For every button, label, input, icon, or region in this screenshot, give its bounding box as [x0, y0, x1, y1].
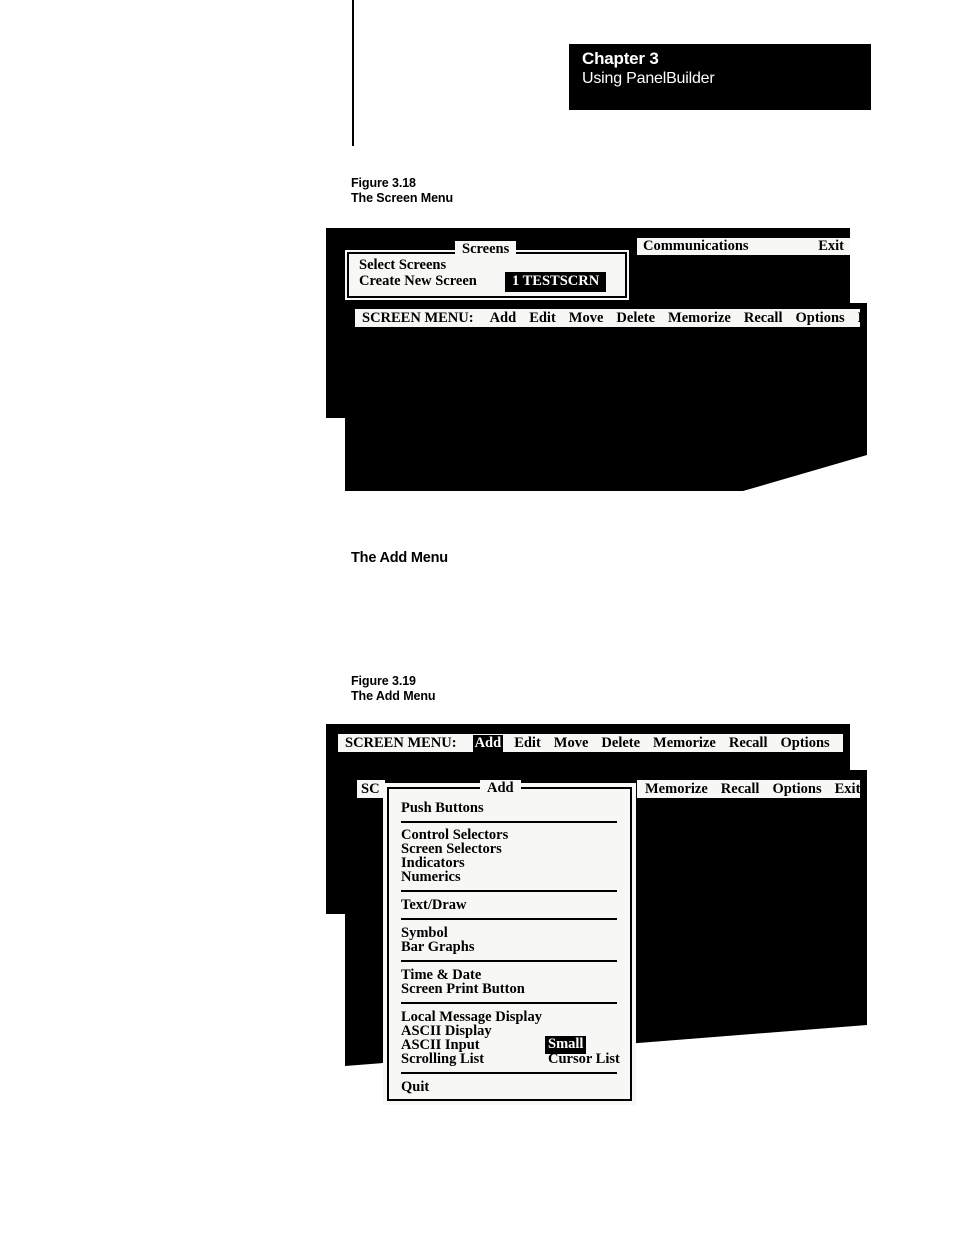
add-item-numerics[interactable]: Numerics [401, 869, 461, 886]
manual-page: Chapter 3 Using PanelBuilder Figure 3.18… [0, 0, 954, 1235]
screens-dialog: Screens Select Screens Create New Screen… [345, 241, 629, 300]
obscured-screen-menu-label: SC [357, 780, 385, 798]
screen-menu-bar-319: SCREEN MENU: Add Edit Move Delete Memori… [338, 734, 843, 752]
menu-item-create-new-screen[interactable]: Create New Screen [359, 273, 477, 290]
screen-menu-item-move[interactable]: Move [569, 310, 604, 327]
chapter-banner: Chapter 3 Using PanelBuilder [569, 44, 871, 110]
add-dialog-separator-4 [401, 960, 617, 962]
screen-menu-right-exit[interactable]: Exit [835, 781, 860, 798]
page-margin-rule [352, 0, 354, 146]
add-dialog: Add Push Buttons Control Selectors Scree… [383, 780, 636, 1105]
screen-menu-item-memorize[interactable]: Memorize [668, 310, 731, 327]
selected-screen-value[interactable]: 1 TESTSCRN [505, 272, 607, 292]
screen-menu-item-recall[interactable]: Recall [744, 310, 783, 327]
add-item-quit[interactable]: Quit [401, 1079, 429, 1096]
screen-menu-item-edit-319[interactable]: Edit [514, 735, 541, 752]
screen-menu-item-exit[interactable]: Exit [858, 310, 860, 327]
add-item-push-buttons[interactable]: Push Buttons [401, 800, 484, 817]
screen-menu-bar-318: SCREEN MENU: Add Edit Move Delete Memori… [355, 309, 860, 327]
add-dialog-separator-2 [401, 890, 617, 892]
screen-menu-bar-319-right: Memorize Recall Options Exit [637, 780, 860, 798]
obscured-screen-menu-label-text: SC [361, 780, 380, 797]
screen-menu-right-memorize[interactable]: Memorize [645, 781, 708, 798]
screen-menu-item-add[interactable]: Add [490, 310, 517, 327]
section-heading-add-menu: The Add Menu [351, 550, 448, 566]
screen-menu-item-delete-319[interactable]: Delete [601, 735, 640, 752]
add-dialog-separator-1 [401, 821, 617, 823]
chapter-title: Using PanelBuilder [582, 70, 715, 87]
figure-319-caption-line1: Figure 3.19 [351, 674, 416, 688]
screen-menu-right-recall[interactable]: Recall [721, 781, 760, 798]
screens-dialog-title: Screens [455, 241, 517, 258]
screen-menu-item-delete[interactable]: Delete [616, 310, 655, 327]
figure-318-caption-line1: Figure 3.18 [351, 176, 416, 190]
screen-menu-right-options[interactable]: Options [772, 781, 821, 798]
add-dialog-title: Add [480, 780, 521, 797]
figure-318-caption: Figure 3.18 The Screen Menu [351, 176, 453, 206]
figure-318-front-screen [345, 303, 867, 491]
figure-318-caption-line2: The Screen Menu [351, 191, 453, 205]
screen-menu-label: SCREEN MENU: [362, 309, 474, 326]
screen-menu-item-options-319[interactable]: Options [781, 735, 830, 752]
screen-menu-item-edit[interactable]: Edit [529, 310, 556, 327]
add-item-text-draw[interactable]: Text/Draw [401, 897, 467, 914]
screen-menu-item-options[interactable]: Options [796, 310, 845, 327]
screen-menu-item-recall-319[interactable]: Recall [729, 735, 768, 752]
menu-item-exit-communications[interactable]: Exit [818, 238, 844, 255]
screen-menu-item-move-319[interactable]: Move [554, 735, 589, 752]
add-dialog-separator-3 [401, 918, 617, 920]
add-item-scrolling-list[interactable]: Scrolling List [401, 1051, 484, 1068]
menu-item-communications[interactable]: Communications [643, 238, 749, 255]
add-dialog-separator-5 [401, 1002, 617, 1004]
figure-319-caption-line2: The Add Menu [351, 689, 436, 703]
add-item-screen-print-button[interactable]: Screen Print Button [401, 981, 525, 998]
figure-319-caption: Figure 3.19 The Add Menu [351, 674, 436, 704]
screen-menu-item-add-selected[interactable]: Add [472, 734, 504, 752]
add-item-bar-graphs[interactable]: Bar Graphs [401, 939, 474, 956]
screen-menu-item-memorize-319[interactable]: Memorize [653, 735, 716, 752]
screen-menu-label-319: SCREEN MENU: [345, 734, 457, 751]
add-dialog-separator-6 [401, 1072, 617, 1074]
scrolling-list-value[interactable]: Cursor List [548, 1051, 620, 1068]
chapter-number: Chapter 3 [582, 49, 659, 68]
menu-item-select-screens[interactable]: Select Screens [359, 257, 446, 274]
communications-bar: Communications Exit [637, 238, 850, 255]
